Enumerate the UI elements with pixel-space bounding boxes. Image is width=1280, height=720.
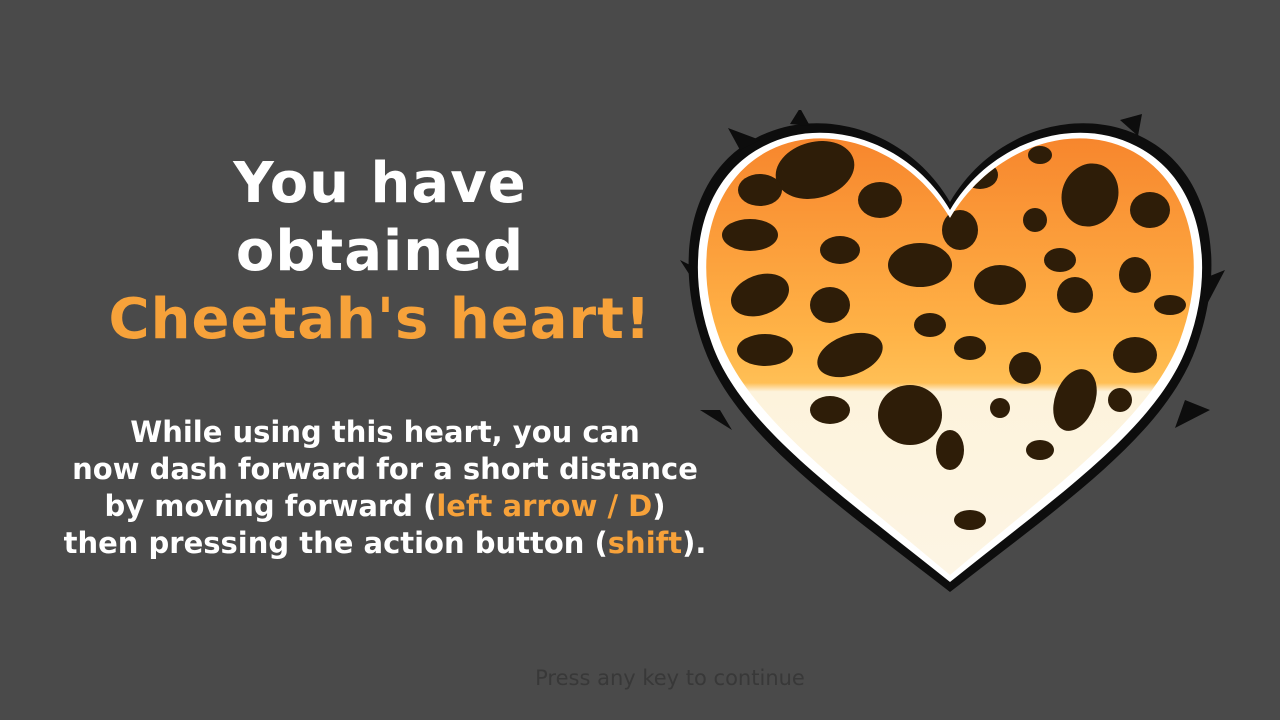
ability-description: While using this heart, you can now dash…	[20, 414, 750, 562]
title-block: You have obtained Cheetah's heart!	[60, 150, 700, 354]
reward-screen[interactable]: You have obtained Cheetah's heart! While…	[0, 0, 1280, 720]
cheetah-heart-icon	[680, 110, 1225, 592]
description-line-1: While using this heart, you can	[130, 415, 640, 449]
description-text: then pressing the action button (	[63, 526, 608, 560]
title-line-1: You have	[233, 151, 527, 216]
title-item-name: Cheetah's heart!	[108, 287, 652, 352]
move-key-hint: left arrow / D	[436, 489, 653, 523]
action-key-hint: shift	[607, 526, 683, 560]
description-line-3: by moving forward (left arrow / D)	[20, 488, 750, 525]
description-text: )	[652, 489, 666, 523]
continue-prompt[interactable]: Press any key to continue	[470, 666, 870, 690]
description-line-4: then pressing the action button (shift).	[20, 525, 750, 562]
description-text: by moving forward (	[104, 489, 437, 523]
title-line-2: obtained	[235, 219, 525, 284]
description-line-2: now dash forward for a short distance	[72, 452, 698, 486]
